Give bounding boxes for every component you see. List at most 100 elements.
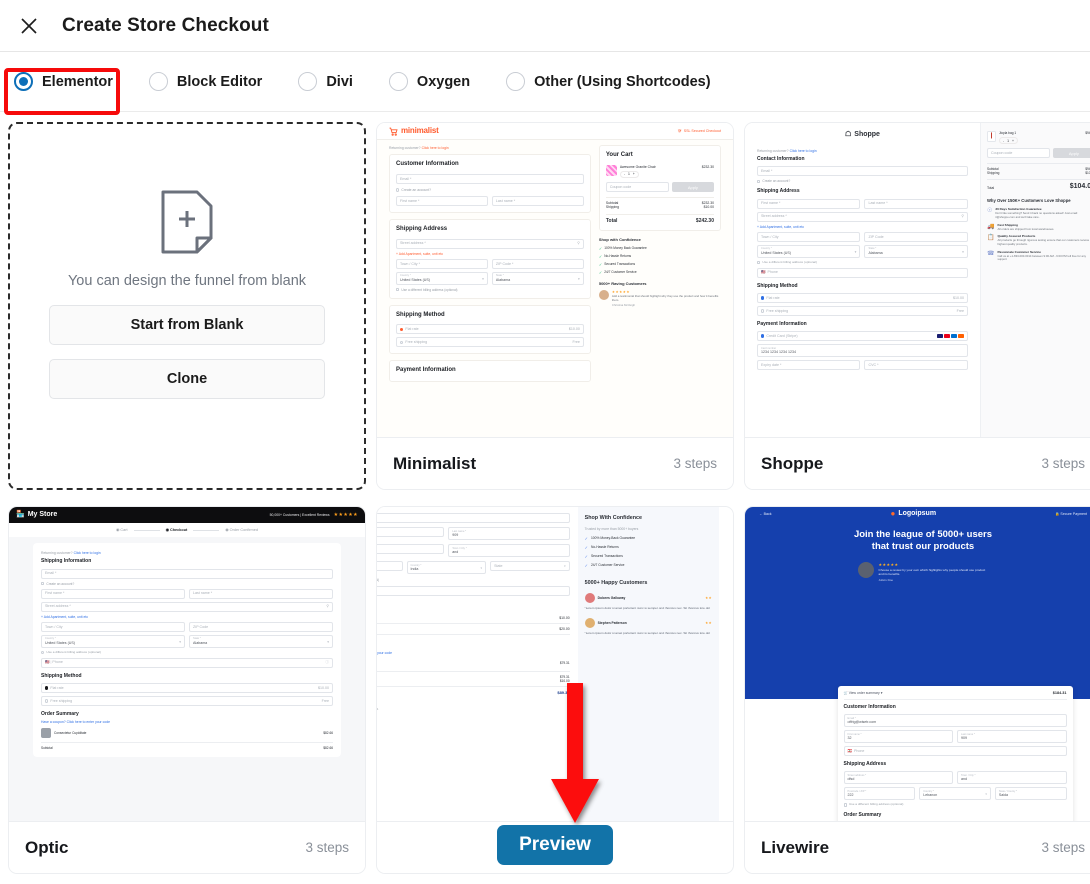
add-apartment-link[interactable]: + Add Apartment, suite, unit etc bbox=[41, 615, 333, 619]
zip-code-field[interactable]: ZIP Code * bbox=[491, 258, 584, 269]
editor-option-other[interactable]: Other (Using Shortcodes) bbox=[506, 72, 711, 91]
radio-icon-divi[interactable] bbox=[298, 72, 318, 91]
last-name-field[interactable]: Last name * 909 bbox=[957, 729, 1067, 743]
first-name-field[interactable]: First name * bbox=[377, 527, 445, 537]
last-name-field[interactable]: Last name * bbox=[864, 198, 968, 209]
email-field[interactable]: g@wisetr.com bbox=[377, 513, 570, 523]
phone-field[interactable]: Phone bbox=[377, 586, 570, 596]
coupon-link[interactable]: Have a coupon? Click here to enter your … bbox=[377, 651, 570, 655]
billing-address-checkbox[interactable] bbox=[757, 260, 761, 265]
town-city-field[interactable]: Town / City * and bbox=[448, 544, 570, 557]
coupon-link[interactable]: Have a coupon? Click here to enter your … bbox=[41, 720, 333, 724]
zip-code-field[interactable]: ZIP Code bbox=[189, 621, 333, 632]
phone-field[interactable]: 🇺🇸 | Phone ⓘ bbox=[41, 657, 333, 668]
country-select[interactable]: Country * United States (US) ▾ bbox=[41, 634, 185, 648]
flat-rate-option[interactable]: Flat rate $10.00 bbox=[41, 682, 333, 693]
country-select[interactable]: Country * India ▾ bbox=[406, 561, 487, 574]
last-name-field[interactable]: Last name * bbox=[491, 196, 584, 206]
email-field[interactable]: Email * bbox=[41, 568, 333, 579]
street-address-field[interactable]: Street address * dfsd bbox=[843, 771, 954, 785]
quantity-stepper[interactable]: - 1 + bbox=[998, 137, 1018, 145]
start-from-blank-button[interactable]: Start from Blank bbox=[49, 304, 325, 345]
decrement-button[interactable]: - bbox=[1003, 139, 1004, 143]
login-link[interactable]: Click here to login bbox=[790, 149, 817, 153]
create-account-checkbox[interactable] bbox=[396, 188, 400, 192]
flat-rate-option[interactable]: Flat rate $10.00 bbox=[396, 324, 584, 335]
street-address-field[interactable]: Street address * ⚲ bbox=[41, 601, 333, 612]
country-select[interactable]: Country * United States (US) ▾ bbox=[757, 244, 861, 258]
state-select[interactable]: State * Alabama ▾ bbox=[491, 271, 584, 285]
street-address-field[interactable]: Street address * ⚲ bbox=[757, 211, 968, 222]
country-select[interactable]: Country * Lebanon ▾ bbox=[919, 787, 991, 801]
credit-card-option[interactable]: Credit Card (Stripe) bbox=[757, 331, 968, 342]
preview-button[interactable]: Preview bbox=[497, 825, 613, 865]
billing-address-checkbox[interactable] bbox=[41, 650, 45, 655]
free-shipping-option[interactable]: Free shipping Free bbox=[41, 695, 333, 706]
street-address-field[interactable]: Street address * bbox=[377, 544, 445, 554]
add-apartment-link[interactable]: + Add Apartment, suite, unit etc bbox=[396, 252, 584, 256]
billing-address-checkbox[interactable] bbox=[843, 803, 847, 807]
order-summary-toggle[interactable]: 🛒 View order summary ▾ bbox=[844, 691, 883, 695]
editor-option-divi[interactable]: Divi bbox=[298, 72, 353, 91]
increment-button[interactable]: + bbox=[1012, 139, 1014, 143]
phone-field[interactable]: 🇺🇸 Phone bbox=[757, 267, 968, 278]
state-field[interactable]: State / County * Saida bbox=[994, 787, 1067, 801]
cvc-field[interactable]: CVC * bbox=[864, 360, 968, 371]
free-shipping-option[interactable]: Free shipping Free bbox=[757, 305, 968, 316]
template-card-livewire[interactable]: ← Back ● Logoipsum 🔒 Secure Payment Join… bbox=[744, 506, 1090, 874]
zip-code-field[interactable]: Postcode / ZIP * 222 bbox=[843, 787, 916, 801]
quantity-stepper[interactable]: - 1 + bbox=[619, 170, 639, 178]
zip-code-field[interactable]: ZIP Code bbox=[864, 231, 968, 242]
state-select[interactable]: State ▾ bbox=[490, 561, 570, 571]
town-city-field[interactable]: Town / City * and bbox=[957, 771, 1067, 785]
create-account-checkbox[interactable] bbox=[757, 179, 761, 183]
town-city-field[interactable]: Town / City bbox=[757, 231, 861, 242]
template-card-optic[interactable]: 🏪 My Store 50,000+ Customers | Excellent… bbox=[8, 506, 366, 874]
email-field[interactable]: Email * offrig@wisetr.com bbox=[843, 713, 1067, 727]
template-card-optic-preview-hover[interactable]: g@wisetr.com First name * Last name * 90… bbox=[376, 506, 734, 874]
apply-coupon-button[interactable]: Apply bbox=[1052, 148, 1090, 159]
add-apartment-link[interactable]: + Add Apartment, suite, unit etc bbox=[757, 225, 968, 229]
clone-button[interactable]: Clone bbox=[49, 358, 325, 399]
flat-rate-option[interactable]: Flat rate $10.00 bbox=[757, 292, 968, 303]
template-card-minimalist[interactable]: minimalist 🛡 SSL Secured Checkout Return… bbox=[376, 122, 734, 490]
radio-icon-other[interactable] bbox=[506, 72, 526, 91]
apply-coupon-button[interactable]: Apply bbox=[671, 182, 714, 192]
start-from-blank-card[interactable]: You can design the funnel from blank Sta… bbox=[8, 122, 366, 490]
zip-code-field[interactable]: Postcode / ZIP * bbox=[377, 561, 403, 571]
state-select[interactable]: State * Alabama ▾ bbox=[189, 634, 333, 648]
last-name-field[interactable]: Last name * bbox=[189, 588, 333, 599]
phone-field[interactable]: 🇱🇧 Phone bbox=[843, 745, 1067, 756]
town-city-field[interactable]: Town / City * bbox=[396, 258, 488, 269]
editor-option-block-editor[interactable]: Block Editor bbox=[148, 72, 262, 91]
back-link[interactable]: ← Back bbox=[759, 512, 772, 516]
login-link[interactable]: Click here to login bbox=[74, 551, 101, 555]
country-select[interactable]: Country * United States (US) ▾ bbox=[396, 271, 488, 285]
first-name-field[interactable]: First name * bbox=[41, 588, 185, 599]
login-link[interactable]: Click here to login bbox=[422, 146, 449, 150]
free-shipping-option[interactable]: Free shipping Free bbox=[396, 337, 584, 348]
increment-button[interactable]: + bbox=[633, 172, 635, 176]
expiry-field[interactable]: Expiry date * bbox=[757, 360, 861, 371]
create-account-checkbox[interactable] bbox=[41, 581, 45, 586]
first-name-field[interactable]: First name * 32 bbox=[843, 729, 954, 743]
close-icon[interactable] bbox=[14, 11, 44, 41]
email-field[interactable]: Email * bbox=[396, 173, 584, 184]
coupon-input[interactable]: Coupon code bbox=[605, 182, 669, 192]
billing-address-checkbox[interactable] bbox=[396, 288, 400, 292]
last-name-field[interactable]: Last name * 909 bbox=[448, 527, 570, 540]
decrement-button[interactable]: - bbox=[624, 172, 625, 176]
state-select[interactable]: State * Alabama ▾ bbox=[864, 244, 968, 258]
radio-icon-block-editor[interactable] bbox=[148, 72, 168, 91]
first-name-field[interactable]: First name * bbox=[396, 196, 488, 206]
radio-icon-elementor[interactable] bbox=[14, 72, 33, 91]
editor-option-elementor[interactable]: Elementor bbox=[14, 72, 113, 91]
editor-option-oxygen[interactable]: Oxygen bbox=[388, 72, 470, 91]
email-field[interactable]: Email * bbox=[757, 166, 968, 177]
first-name-field[interactable]: First name * bbox=[757, 198, 861, 209]
street-address-field[interactable]: Street address * ⚲ bbox=[396, 238, 584, 249]
card-number-field[interactable]: Card number 1234 1234 1234 1234 bbox=[757, 344, 968, 358]
coupon-input[interactable]: Coupon code bbox=[986, 148, 1050, 159]
radio-icon-oxygen[interactable] bbox=[388, 72, 408, 91]
template-card-shoppe[interactable]: ☖ Shoppe Returning customer? Click here … bbox=[744, 122, 1090, 490]
